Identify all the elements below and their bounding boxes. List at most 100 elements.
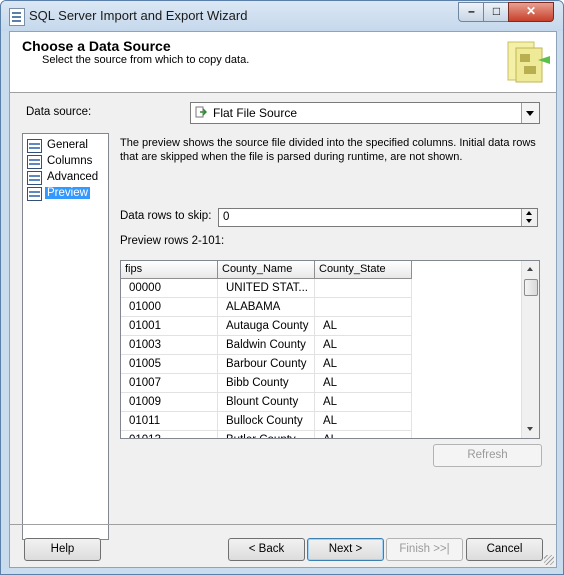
cell-text: ALABAMA <box>226 301 281 313</box>
columns-page-icon <box>27 155 42 169</box>
table-row[interactable]: 01013 Butler County AL <box>121 431 522 438</box>
table-cell: 01009 <box>121 393 218 412</box>
scroll-down-icon[interactable] <box>522 421 539 438</box>
page-nav-list: General Columns Advanced Preview <box>22 133 109 540</box>
maximize-icon: □ <box>492 4 501 18</box>
table-cell: 01007 <box>121 374 218 393</box>
table-cell: AL <box>315 317 412 336</box>
minimize-icon: – <box>468 4 475 18</box>
table-cell: AL <box>315 374 412 393</box>
cell-text: 01005 <box>129 358 161 370</box>
flat-file-icon <box>195 106 207 118</box>
cell-text: AL <box>323 396 338 408</box>
cell-text: 01013 <box>129 434 161 438</box>
grid-header: fips County_Name County_State <box>121 261 522 279</box>
column-header-fips[interactable]: fips <box>121 261 218 279</box>
stepper-arrows-icon[interactable] <box>521 209 537 226</box>
column-header-label: fips <box>125 263 143 275</box>
table-cell: 00000 <box>121 279 218 298</box>
table-cell: Blount County <box>218 393 315 412</box>
table-cell: Barbour County <box>218 355 315 374</box>
grid-vertical-scrollbar[interactable] <box>521 261 539 438</box>
table-cell: AL <box>315 336 412 355</box>
close-button[interactable]: ✕ <box>508 2 554 22</box>
table-cell: Bibb County <box>218 374 315 393</box>
nav-item-columns[interactable]: Columns <box>26 154 106 169</box>
window-title: SQL Server Import and Export Wizard <box>29 8 248 23</box>
table-cell <box>315 279 412 298</box>
table-row[interactable]: 01009 Blount County AL <box>121 393 522 412</box>
cell-text: Barbour County <box>226 358 307 370</box>
cell-text: Butler County <box>226 434 296 438</box>
column-header-county-name[interactable]: County_Name <box>218 261 315 279</box>
table-row[interactable]: 01005 Barbour County AL <box>121 355 522 374</box>
table-row[interactable]: 01001 Autauga County AL <box>121 317 522 336</box>
cell-text: 01009 <box>129 396 161 408</box>
cell-text: Bibb County <box>226 377 289 389</box>
cell-text: AL <box>323 415 338 427</box>
scroll-thumb[interactable] <box>524 279 538 296</box>
table-cell: Autauga County <box>218 317 315 336</box>
column-header-label: County_Name <box>222 263 293 275</box>
rows-to-skip-label: Data rows to skip: <box>120 210 212 222</box>
table-row[interactable]: 01007 Bibb County AL <box>121 374 522 393</box>
cell-text: 01000 <box>129 301 161 313</box>
cell-text: Baldwin County <box>226 339 306 351</box>
refresh-button[interactable]: Refresh <box>433 444 542 467</box>
cell-text: 01001 <box>129 320 161 332</box>
help-button[interactable]: Help <box>24 538 101 561</box>
cell-text: Blount County <box>226 396 299 408</box>
table-row[interactable]: 01000 ALABAMA <box>121 298 522 317</box>
scroll-up-icon[interactable] <box>522 261 539 278</box>
preview-rows-label: Preview rows 2-101: <box>120 235 225 247</box>
nav-item-label: General <box>47 139 88 151</box>
table-row[interactable]: 00000 UNITED STAT... <box>121 279 522 298</box>
nav-item-label: Preview <box>45 187 90 199</box>
data-source-value: Flat File Source <box>213 106 298 120</box>
table-cell <box>315 298 412 317</box>
rows-to-skip-stepper[interactable]: 0 <box>218 208 538 227</box>
cancel-button[interactable]: Cancel <box>466 538 543 561</box>
preview-description: The preview shows the source file divide… <box>120 137 536 163</box>
back-button[interactable]: < Back <box>228 538 305 561</box>
finish-button[interactable]: Finish >>| <box>386 538 463 561</box>
app-icon <box>9 8 25 26</box>
cell-text: AL <box>323 358 338 370</box>
cell-text: Autauga County <box>226 320 309 332</box>
chevron-down-icon[interactable] <box>521 103 539 123</box>
nav-item-preview[interactable]: Preview <box>26 186 106 201</box>
data-source-dropdown[interactable]: Flat File Source <box>190 102 540 124</box>
wizard-window: SQL Server Import and Export Wizard – □ … <box>0 0 564 575</box>
next-button[interactable]: Next > <box>307 538 384 561</box>
table-cell: 01000 <box>121 298 218 317</box>
column-header-county-state[interactable]: County_State <box>315 261 412 279</box>
cell-text: 01003 <box>129 339 161 351</box>
column-header-label: County_State <box>319 263 386 275</box>
minimize-button[interactable]: – <box>458 2 485 22</box>
resize-grip-icon[interactable] <box>544 555 554 565</box>
table-cell: ALABAMA <box>218 298 315 317</box>
table-cell: UNITED STAT... <box>218 279 315 298</box>
cell-text: 01007 <box>129 377 161 389</box>
cell-text: UNITED STAT... <box>226 282 308 294</box>
maximize-button[interactable]: □ <box>483 2 510 22</box>
table-cell: Bullock County <box>218 412 315 431</box>
preview-grid[interactable]: fips County_Name County_State 00000 UNITE… <box>120 260 540 439</box>
data-source-label: Data source: <box>26 106 92 118</box>
title-bar[interactable]: SQL Server Import and Export Wizard – □ … <box>1 1 563 31</box>
preview-page-icon <box>27 187 42 201</box>
table-cell: 01001 <box>121 317 218 336</box>
nav-item-general[interactable]: General <box>26 138 106 153</box>
table-cell: 01005 <box>121 355 218 374</box>
wizard-graphic-icon <box>507 41 550 83</box>
cell-text: 00000 <box>129 282 161 294</box>
table-cell: 01013 <box>121 431 218 438</box>
table-row[interactable]: 01003 Baldwin County AL <box>121 336 522 355</box>
advanced-page-icon <box>27 171 42 185</box>
page-header: Choose a Data Source Select the source f… <box>10 32 556 93</box>
cell-text: AL <box>323 339 338 351</box>
nav-item-label: Columns <box>47 155 93 167</box>
nav-item-advanced[interactable]: Advanced <box>26 170 106 185</box>
table-cell: Baldwin County <box>218 336 315 355</box>
table-row[interactable]: 01011 Bullock County AL <box>121 412 522 431</box>
